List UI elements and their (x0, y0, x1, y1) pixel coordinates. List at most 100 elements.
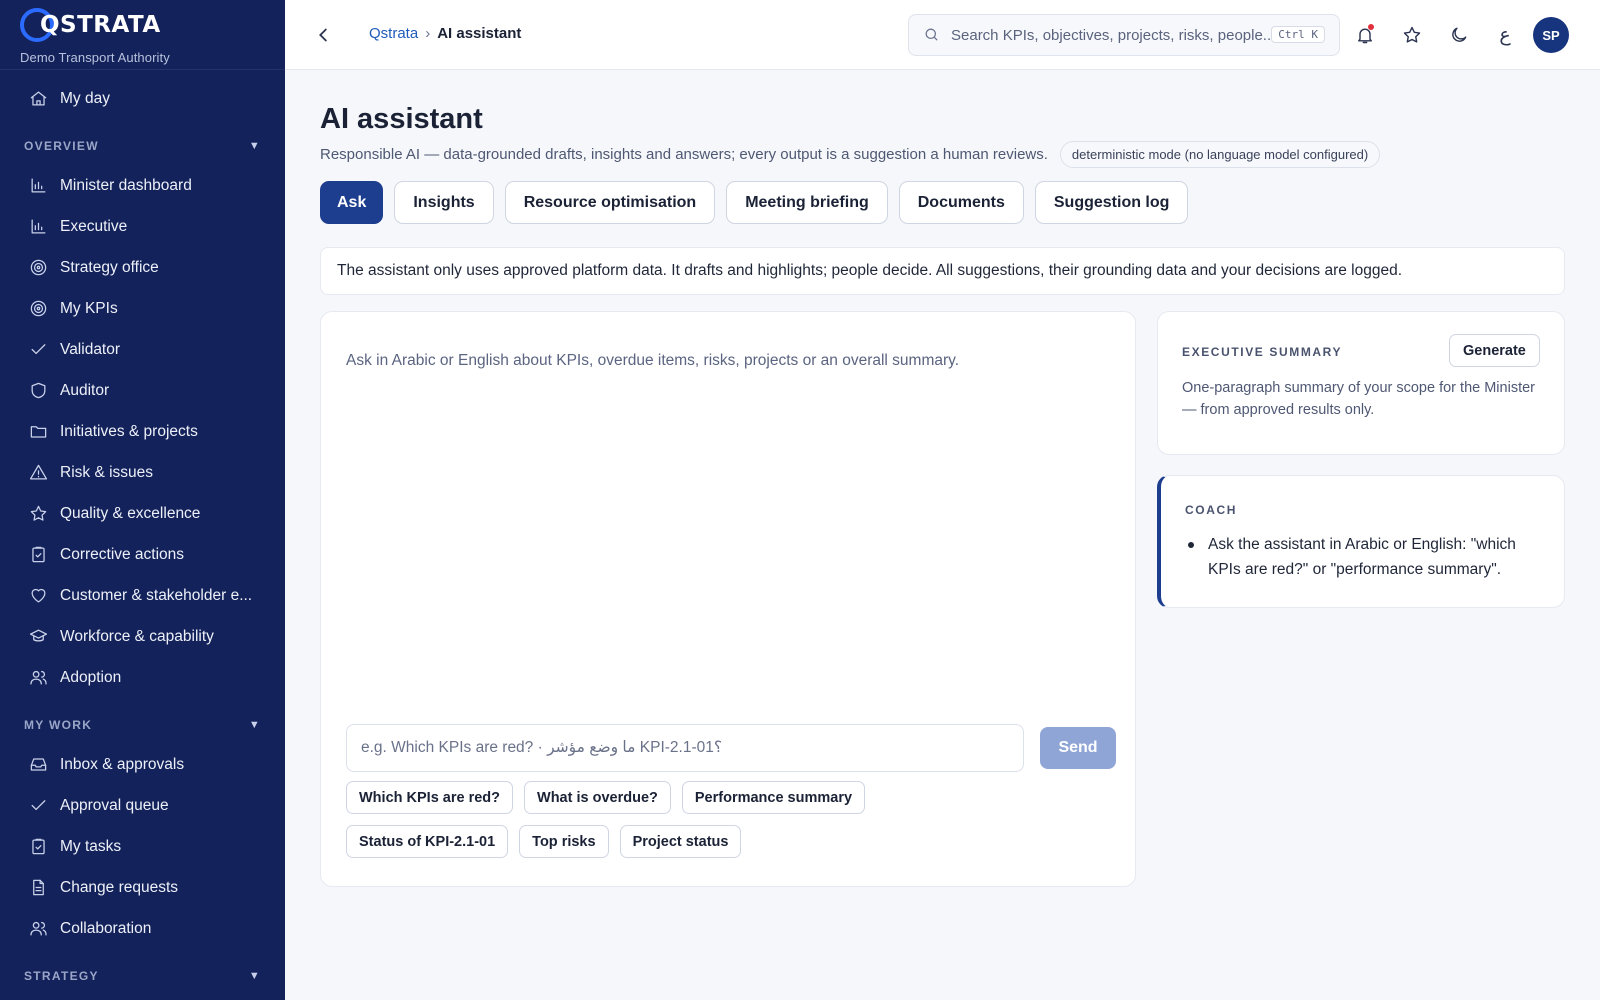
home-icon (28, 89, 48, 109)
global-search[interactable]: Ctrl K (908, 14, 1340, 56)
sidebar-item-label: Executive (60, 217, 128, 235)
clipboard-check-icon (28, 545, 48, 565)
sidebar-item-validator[interactable]: Validator (0, 329, 285, 370)
sidebar-item-auditor[interactable]: Auditor (0, 370, 285, 411)
sidebar-item-my-kpis[interactable]: My KPIs (0, 288, 285, 329)
dark-mode-moon-icon[interactable] (1446, 22, 1472, 48)
sidebar-item-my-tasks[interactable]: My tasks (0, 826, 285, 867)
search-input[interactable] (951, 26, 1271, 44)
users-icon (28, 668, 48, 688)
app-logo[interactable]: QSTRATA (20, 8, 265, 42)
check-icon (28, 796, 48, 816)
sidebar-item-collaboration[interactable]: Collaboration (0, 908, 285, 949)
chat-empty-hint: Ask in Arabic or English about KPIs, ove… (346, 352, 960, 369)
sidebar-item-minister-dashboard[interactable]: Minister dashboard (0, 165, 285, 206)
suggestion-chip-top-risks[interactable]: Top risks (519, 825, 609, 858)
sidebar-item-label: Auditor (60, 381, 110, 399)
suggestion-chip-performance-summary[interactable]: Performance summary (681, 781, 866, 814)
sidebar-item-initiatives-projects[interactable]: Initiatives & projects (0, 411, 285, 452)
section-overview-label: OVERVIEW (24, 139, 99, 153)
caret-down-icon: ▼ (248, 719, 261, 731)
section-my-work-label: MY WORK (24, 718, 93, 732)
warning-icon (28, 463, 48, 483)
caret-down-icon: ▼ (248, 970, 261, 982)
sidebar-item-label: Strategy office (60, 258, 159, 276)
sidebar-item-label: Validator (60, 340, 121, 358)
target-icon (28, 258, 48, 278)
sidebar-item-label: My day (60, 89, 110, 107)
sidebar-item-label: Initiatives & projects (60, 422, 198, 440)
star-icon (28, 504, 48, 524)
sidebar-item-label: Quality & excellence (60, 504, 201, 522)
back-arrow-icon[interactable] (313, 24, 335, 46)
data-policy-notice: The assistant only uses approved platfor… (320, 247, 1565, 295)
shield-icon (28, 381, 48, 401)
section-overview[interactable]: OVERVIEW ▼ (0, 127, 285, 165)
sidebar-item-quality-excellence[interactable]: Quality & excellence (0, 493, 285, 534)
heart-icon (28, 586, 48, 606)
check-icon (28, 340, 48, 360)
sidebar-item-label: Inbox & approvals (60, 755, 185, 773)
language-toggle[interactable]: ع (1492, 22, 1518, 48)
user-avatar[interactable]: SP (1533, 17, 1569, 53)
sidebar-item-risk-issues[interactable]: Risk & issues (0, 452, 285, 493)
bar-chart-icon (28, 217, 48, 237)
coach-card: COACH Ask the assistant in Arabic or Eng… (1157, 475, 1565, 608)
sidebar-item-approval-queue[interactable]: Approval queue (0, 785, 285, 826)
sidebar-item-workforce-capability[interactable]: Workforce & capability (0, 616, 285, 657)
suggestion-chip-kpi-status[interactable]: Status of KPI-2.1-01 (346, 825, 509, 858)
search-icon (923, 26, 941, 44)
section-my-work[interactable]: MY WORK ▼ (0, 706, 285, 744)
sidebar-item-my-day[interactable]: My day (0, 78, 285, 119)
tab-bar: Ask Insights Resource optimisation Meeti… (320, 181, 1199, 224)
sidebar-nav: My day OVERVIEW ▼ Minister dashboard Exe… (0, 70, 285, 995)
tab-ask[interactable]: Ask (320, 181, 384, 224)
chat-panel: Ask in Arabic or English about KPIs, ove… (320, 311, 1136, 887)
sidebar-item-label: Customer & stakeholder e... (60, 586, 253, 604)
tab-resource-optimisation[interactable]: Resource optimisation (504, 181, 716, 224)
sidebar-item-label: Risk & issues (60, 463, 154, 481)
sidebar-item-customer-stakeholder[interactable]: Customer & stakeholder e... (0, 575, 285, 616)
suggestion-chip-overdue[interactable]: What is overdue? (524, 781, 671, 814)
folder-icon (28, 422, 48, 442)
coach-tip: Ask the assistant in Arabic or English: … (1185, 532, 1545, 582)
suggestion-chip-project-status[interactable]: Project status (619, 825, 742, 858)
sidebar-item-label: Minister dashboard (60, 176, 192, 194)
coach-label: COACH (1185, 503, 1237, 517)
sidebar-item-change-requests[interactable]: Change requests (0, 867, 285, 908)
page-subtitle: Responsible AI — data-grounded drafts, i… (320, 146, 1048, 163)
sidebar-item-label: Collaboration (60, 919, 152, 937)
executive-summary-label: EXECUTIVE SUMMARY (1182, 345, 1343, 359)
generate-button[interactable]: Generate (1449, 334, 1540, 367)
breadcrumb-root-link[interactable]: Qstrata (369, 25, 418, 42)
sidebar-item-inbox-approvals[interactable]: Inbox & approvals (0, 744, 285, 785)
section-strategy[interactable]: STRATEGY ▼ (0, 957, 285, 995)
bar-chart-icon (28, 176, 48, 196)
section-strategy-label: STRATEGY (24, 969, 99, 983)
sidebar-item-corrective-actions[interactable]: Corrective actions (0, 534, 285, 575)
breadcrumb-current: AI assistant (437, 25, 522, 42)
suggestion-chip-red-kpis[interactable]: Which KPIs are red? (346, 781, 514, 814)
executive-summary-card: EXECUTIVE SUMMARY Generate One-paragraph… (1157, 311, 1565, 455)
favorite-star-icon[interactable] (1399, 22, 1425, 48)
subtitle-row: Responsible AI — data-grounded drafts, i… (320, 141, 1381, 168)
send-button[interactable]: Send (1040, 727, 1116, 769)
brand-area: QSTRATA Demo Transport Authority (0, 0, 285, 70)
organization-name: Demo Transport Authority (20, 50, 170, 65)
tab-documents[interactable]: Documents (898, 181, 1024, 224)
sidebar: QSTRATA Demo Transport Authority My day … (0, 0, 285, 1000)
caret-down-icon: ▼ (248, 140, 261, 152)
graduation-cap-icon (28, 627, 48, 647)
topbar: Qstrata › AI assistant Ctrl K ع SP (285, 0, 1600, 70)
ask-input[interactable] (346, 724, 1024, 772)
sidebar-item-executive[interactable]: Executive (0, 206, 285, 247)
breadcrumb-separator: › (425, 25, 431, 42)
sidebar-item-adoption[interactable]: Adoption (0, 657, 285, 698)
sidebar-item-strategy-office[interactable]: Strategy office (0, 247, 285, 288)
tab-meeting-briefing[interactable]: Meeting briefing (726, 181, 888, 224)
tab-insights[interactable]: Insights (394, 181, 494, 224)
tab-suggestion-log[interactable]: Suggestion log (1034, 181, 1189, 224)
sidebar-item-label: Corrective actions (60, 545, 185, 563)
notification-bell-icon[interactable] (1352, 22, 1378, 48)
coach-tips: Ask the assistant in Arabic or English: … (1185, 532, 1545, 582)
